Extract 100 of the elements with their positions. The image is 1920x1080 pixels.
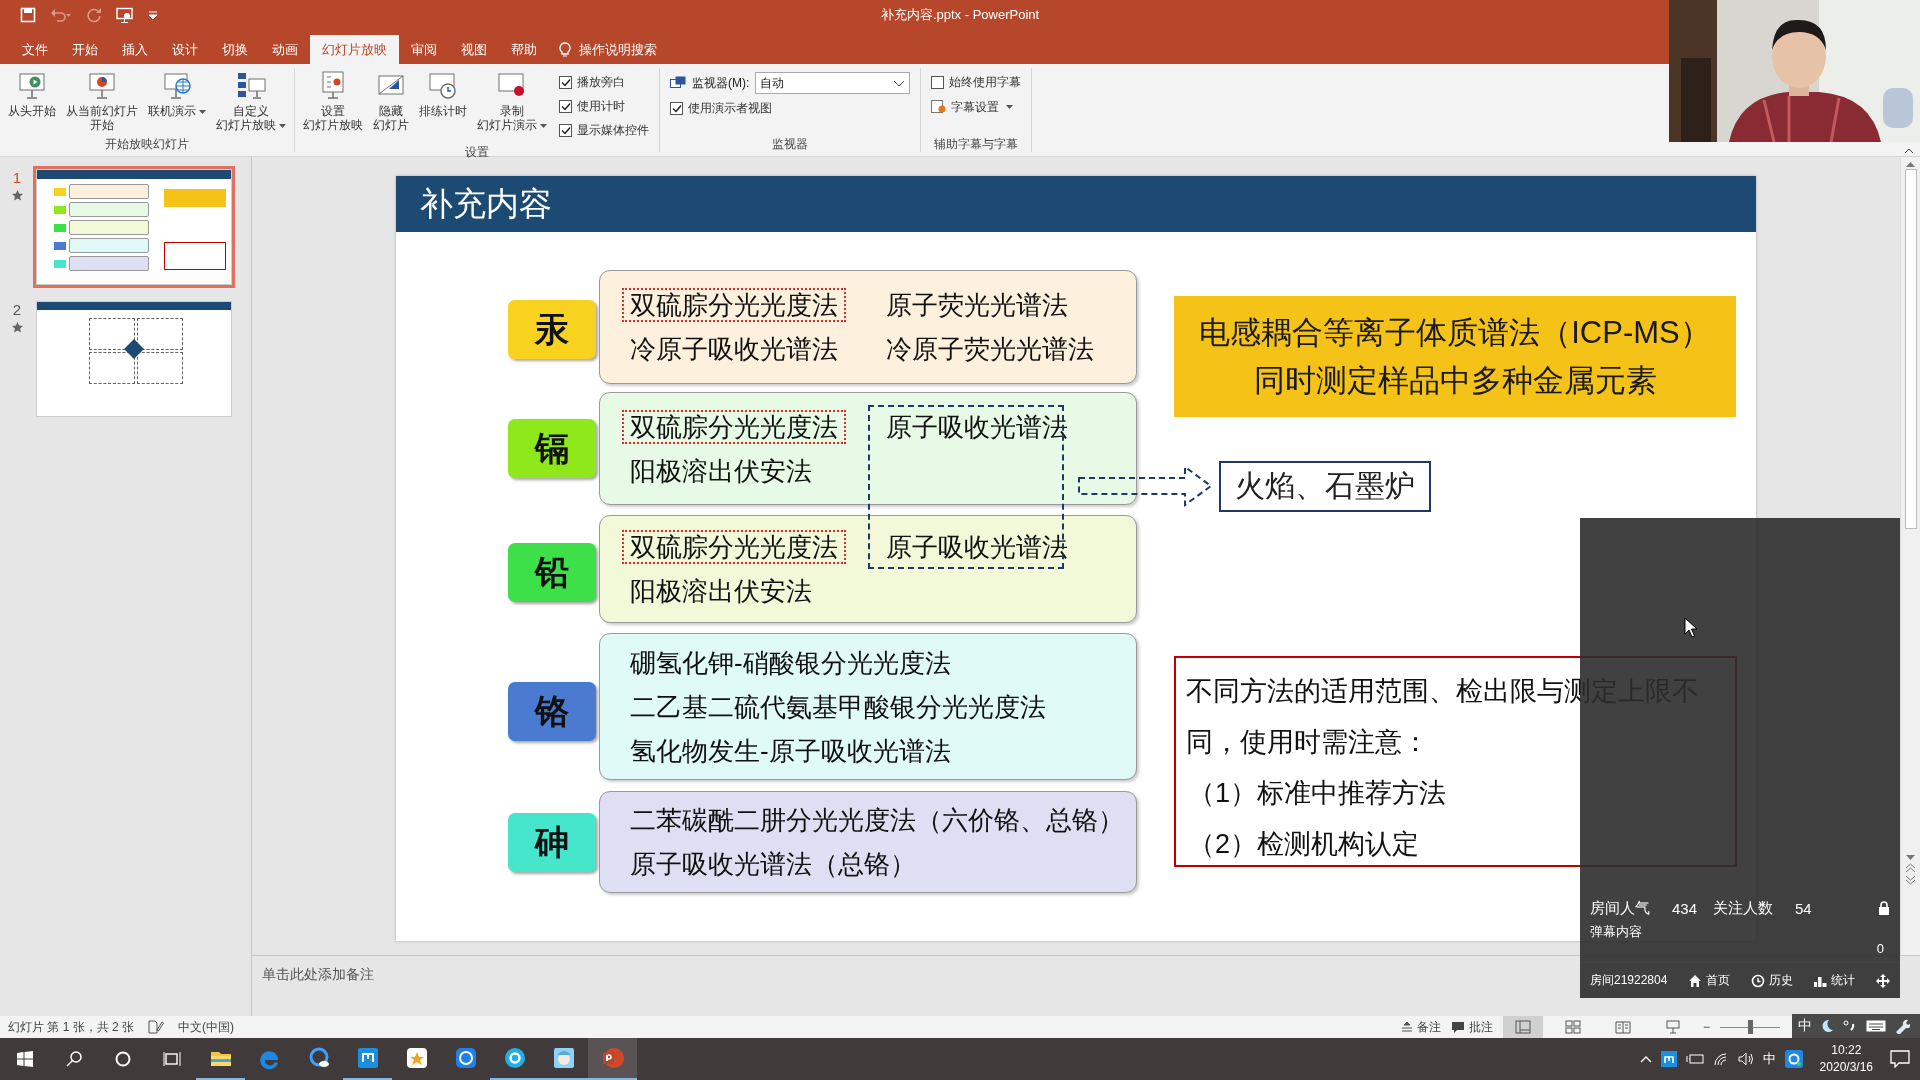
ribbon-tab[interactable]: 插入 <box>110 35 160 64</box>
ribbon-button[interactable]: 排练计时 <box>415 68 471 120</box>
save-icon[interactable] <box>20 7 36 23</box>
ribbon-button[interactable]: 联机演示 <box>144 68 210 120</box>
input-mode[interactable]: 中 <box>1798 1017 1812 1035</box>
next-slide-icon[interactable] <box>1906 875 1915 885</box>
zoom-out-button[interactable]: − <box>1703 1020 1710 1034</box>
screen-play-icon <box>16 70 48 102</box>
element-label: 镉 <box>508 419 596 478</box>
monitor-icon <box>670 76 686 90</box>
ribbon-button[interactable]: 自定义 幻灯片放映 <box>212 68 290 134</box>
proofing-icon[interactable] <box>148 1020 165 1034</box>
ribbon-tab[interactable]: 视图 <box>449 35 499 64</box>
speech-bubble-icon <box>1451 1020 1465 1034</box>
chevron-down-icon <box>893 79 906 87</box>
stat-label: 房间人气 <box>1590 898 1650 918</box>
method-text: 冷原子荧光光谱法 <box>885 333 1095 366</box>
tell-me-button[interactable]: 操作说明搜索 <box>549 35 667 64</box>
slide-number: 2 <box>12 301 22 318</box>
checkbox[interactable] <box>559 75 572 89</box>
field-label: 监视器(M): <box>692 74 750 92</box>
method-text: 硼氢化钾-硝酸银分光光度法 <box>629 646 952 680</box>
keyboard-icon[interactable] <box>1866 1020 1886 1032</box>
slider-thumb[interactable] <box>1747 1020 1753 1034</box>
ribbon-button[interactable]: 从头开始 <box>4 68 60 120</box>
wrench-icon[interactable] <box>1894 1018 1910 1034</box>
checkbox-label[interactable]: 始终使用字幕 <box>949 73 1022 91</box>
move-icon[interactable] <box>1875 973 1890 988</box>
checkbox[interactable] <box>559 99 572 113</box>
window-app-icon[interactable] <box>1660 1051 1677 1067</box>
cursor-icon <box>1684 617 1698 638</box>
ribbon-button[interactable]: 从当前幻灯片 开始 <box>62 68 142 134</box>
group-label: 开始放映幻灯片 <box>104 136 190 152</box>
ribbon-tab[interactable]: 帮助 <box>499 35 549 64</box>
slide-thumbnail[interactable] <box>36 301 232 417</box>
scroll-down-icon[interactable] <box>1906 855 1915 861</box>
highlight-text: 电感耦合等离子体质谱法（ICP-MS） <box>1199 313 1711 352</box>
panel-link[interactable]: 统计 <box>1813 972 1856 989</box>
method-text: 阳极溶出伏安法 <box>629 575 813 608</box>
method-text: 二乙基二硫代氨基甲酸银分光光度法 <box>629 690 1047 724</box>
gear-icon <box>931 100 948 114</box>
checkbox-label[interactable]: 显示媒体控件 <box>577 121 649 139</box>
ribbon-tab[interactable]: 审阅 <box>399 35 449 64</box>
search-icon[interactable] <box>65 1051 82 1067</box>
wifi-icon[interactable] <box>1712 1052 1729 1066</box>
speaker-icon[interactable] <box>1737 1052 1754 1066</box>
q-app-icon[interactable] <box>1784 1050 1803 1068</box>
timer-icon <box>427 70 459 102</box>
clock-icon <box>1750 973 1765 988</box>
lock-icon[interactable] <box>1878 901 1890 915</box>
checkbox-label[interactable]: 使用计时 <box>577 97 625 115</box>
slide-thumbnail[interactable] <box>36 169 232 285</box>
panel-link[interactable]: 首页 <box>1688 972 1731 989</box>
moon-icon[interactable] <box>1820 1019 1834 1033</box>
monitor-dropdown[interactable]: 自动 <box>755 72 911 94</box>
element-label: 铬 <box>508 682 596 741</box>
battery-icon[interactable] <box>1685 1053 1704 1065</box>
ribbon-tab[interactable]: 动画 <box>260 35 310 64</box>
projector-icon <box>1665 1020 1681 1034</box>
scrollbar-thumb[interactable] <box>1904 169 1917 529</box>
ribbon-button[interactable]: 录制 幻灯片演示 <box>473 68 551 134</box>
ribbon-tab[interactable]: 设计 <box>160 35 210 64</box>
method-text: 阳极溶出伏安法 <box>629 454 813 488</box>
highlight-text: 同时测定样品中多种金属元素 <box>1253 361 1657 400</box>
scroll-up-icon[interactable] <box>1906 161 1915 167</box>
lightbulb-icon <box>559 41 571 58</box>
checkbox-label[interactable]: 使用演示者视图 <box>688 99 772 117</box>
slide-count: 幻灯片 第 1 张，共 2 张 <box>8 1018 135 1036</box>
ribbon-button[interactable]: 设置 幻灯片放映 <box>299 68 367 134</box>
subtitle-settings-button[interactable]: 字幕设置 <box>931 96 1022 118</box>
task-view-icon[interactable] <box>162 1051 181 1067</box>
ribbon-tab[interactable]: 切换 <box>210 35 260 64</box>
normal-view-icon <box>1515 1020 1531 1034</box>
slide-number: 1 <box>12 169 22 186</box>
customize-caret-icon[interactable] <box>148 10 158 20</box>
windows-icon[interactable] <box>16 1051 33 1067</box>
notification-icon[interactable] <box>1890 1050 1910 1068</box>
method-text: 二苯碳酰二肼分光光度法（六价铬、总铬） <box>629 804 1125 837</box>
ribbon-tab[interactable]: 文件 <box>10 35 60 64</box>
element-label: 砷 <box>508 813 596 872</box>
screen-play-icon[interactable] <box>116 7 134 23</box>
checkbox[interactable] <box>670 101 683 115</box>
checkbox[interactable] <box>559 123 572 137</box>
collapse-ribbon-icon[interactable] <box>1904 148 1914 154</box>
language-label[interactable]: 中文(中国) <box>178 1018 235 1036</box>
ribbon-button[interactable]: 隐藏 幻灯片 <box>369 68 413 134</box>
input-mode[interactable]: 中 <box>1762 1050 1776 1068</box>
checkbox[interactable] <box>931 75 945 89</box>
notes-button[interactable]: 备注 <box>1401 1018 1441 1036</box>
circle-icon[interactable] <box>114 1051 131 1067</box>
previous-slide-icon[interactable] <box>1906 863 1915 873</box>
reading-view-icon <box>1615 1020 1631 1034</box>
chevron-up-icon[interactable] <box>1639 1055 1652 1063</box>
ribbon-tab[interactable]: 开始 <box>60 35 110 64</box>
checkbox-label[interactable]: 播放旁白 <box>577 73 625 91</box>
callout-text: 火焰、石墨炉 <box>1219 461 1431 512</box>
panel-link[interactable]: 历史 <box>1750 972 1793 989</box>
clock[interactable]: 10:22 2020/3/16 <box>1811 1042 1881 1076</box>
ribbon-tab[interactable]: 幻灯片放映 <box>310 35 399 64</box>
comments-button[interactable]: 批注 <box>1451 1018 1493 1036</box>
